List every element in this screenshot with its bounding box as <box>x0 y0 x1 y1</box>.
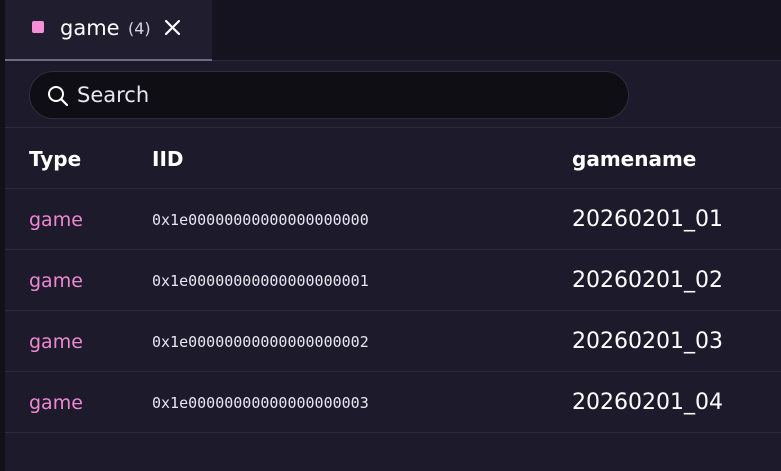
gamename-cell: 20260201_01 <box>572 207 723 232</box>
column-header-iid[interactable]: IID <box>152 128 183 189</box>
query-result-window: game (4) Type IID gamename <box>0 0 781 471</box>
gamename-cell: 20260201_03 <box>572 329 723 354</box>
tab-label: game <box>60 16 120 40</box>
gamename-cell: 20260201_02 <box>572 268 723 293</box>
search-icon <box>48 86 69 107</box>
iid-cell: 0x1e00000000000000000003 <box>152 393 369 412</box>
type-cell: game <box>29 391 83 414</box>
tab-count: (4) <box>128 19 151 38</box>
table-row[interactable]: game 0x1e00000000000000000003 20260201_0… <box>5 372 781 433</box>
type-cell: game <box>29 269 83 292</box>
type-cell: game <box>29 330 83 353</box>
close-icon[interactable] <box>162 17 183 38</box>
tab-bar: game (4) <box>5 0 781 61</box>
results-table: Type IID gamename game 0x1e0000000000000… <box>5 128 781 433</box>
search-box[interactable] <box>29 71 629 119</box>
gamename-cell: 20260201_04 <box>572 390 723 415</box>
tab-color-swatch <box>32 21 44 33</box>
search-row <box>5 61 781 128</box>
iid-cell: 0x1e00000000000000000000 <box>152 210 369 229</box>
table-header-row: Type IID gamename <box>5 128 781 189</box>
search-input[interactable] <box>77 82 597 108</box>
table-row[interactable]: game 0x1e00000000000000000001 20260201_0… <box>5 250 781 311</box>
iid-cell: 0x1e00000000000000000001 <box>152 271 369 290</box>
column-header-gamename[interactable]: gamename <box>572 128 696 189</box>
results-panel: Type IID gamename game 0x1e0000000000000… <box>5 61 781 471</box>
column-header-type[interactable]: Type <box>29 128 81 189</box>
table-row[interactable]: game 0x1e00000000000000000002 20260201_0… <box>5 311 781 372</box>
table-row[interactable]: game 0x1e00000000000000000000 20260201_0… <box>5 189 781 250</box>
table-empty-area <box>5 433 781 471</box>
tab-game[interactable]: game (4) <box>5 0 212 61</box>
type-cell: game <box>29 208 83 231</box>
iid-cell: 0x1e00000000000000000002 <box>152 332 369 351</box>
